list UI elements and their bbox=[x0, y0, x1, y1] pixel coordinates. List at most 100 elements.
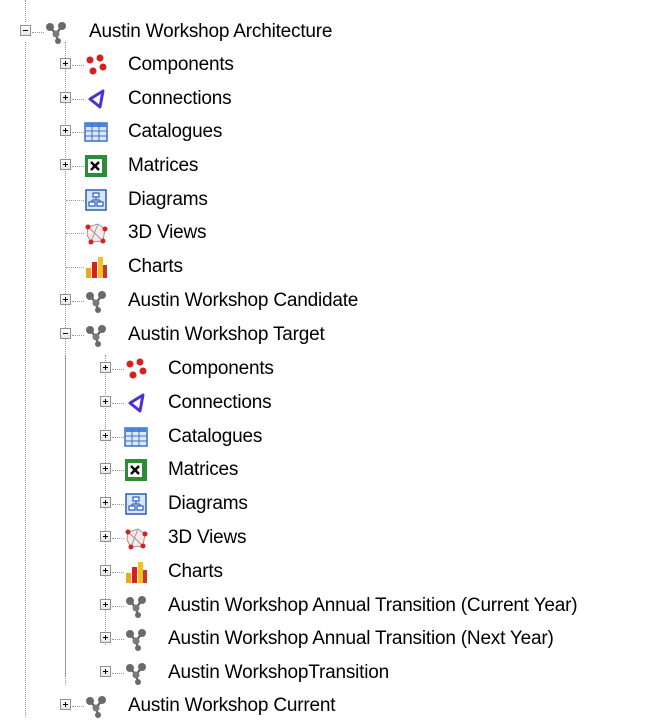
tree-line bbox=[72, 335, 84, 337]
tree-line bbox=[72, 706, 84, 708]
tree-node-target-diagrams[interactable]: Diagrams bbox=[0, 487, 664, 521]
connections-icon bbox=[128, 393, 145, 413]
tree-node-label: Catalogues bbox=[128, 121, 223, 142]
expand-toggle[interactable] bbox=[60, 125, 71, 136]
expand-toggle[interactable] bbox=[60, 58, 71, 69]
architecture-icon bbox=[86, 325, 106, 347]
diagrams-icon bbox=[125, 493, 147, 515]
tree-line bbox=[72, 166, 84, 168]
tree-node-label: Matrices bbox=[168, 459, 239, 480]
tree-node-label: 3D Views bbox=[168, 527, 247, 548]
matrices-icon bbox=[125, 459, 147, 481]
tree-line bbox=[112, 606, 124, 608]
tree-line bbox=[72, 132, 84, 134]
tree-node-label: Components bbox=[168, 358, 274, 379]
tree-node-target[interactable]: Austin Workshop Target bbox=[0, 318, 664, 352]
tree-node-matrices[interactable]: Matrices bbox=[0, 149, 664, 183]
tree-node-target-matrices[interactable]: Matrices bbox=[0, 453, 664, 487]
tree-node-components[interactable]: Components bbox=[0, 48, 664, 82]
architecture-icon bbox=[46, 22, 66, 44]
tree-line bbox=[112, 673, 124, 675]
tree-line bbox=[72, 301, 84, 303]
components-icon bbox=[86, 54, 107, 75]
architecture-icon bbox=[86, 291, 106, 313]
architecture-icon bbox=[126, 629, 146, 651]
charts-icon bbox=[126, 562, 147, 583]
tree-line bbox=[112, 369, 124, 371]
tree-node-label: Catalogues bbox=[168, 426, 263, 447]
tree-node-label: Diagrams bbox=[168, 493, 248, 514]
tree-node-label: Connections bbox=[128, 88, 232, 109]
expand-toggle[interactable] bbox=[100, 463, 111, 474]
tree-node-charts[interactable]: Charts bbox=[0, 250, 664, 284]
tree-node-candidate[interactable]: Austin Workshop Candidate bbox=[0, 284, 664, 318]
tree-node-label: Charts bbox=[168, 561, 223, 582]
tree-node-label: Austin WorkshopTransition bbox=[168, 662, 389, 683]
tree-node-label: Matrices bbox=[128, 155, 199, 176]
expand-toggle[interactable] bbox=[100, 362, 111, 373]
tree-node-label: Connections bbox=[168, 392, 272, 413]
charts-icon bbox=[86, 257, 107, 278]
tree-node-target-components[interactable]: Components bbox=[0, 352, 664, 386]
catalogues-icon bbox=[124, 427, 148, 447]
tree-node-label: Austin Workshop Architecture bbox=[89, 21, 333, 42]
tree-line bbox=[112, 639, 124, 641]
tree-line bbox=[112, 538, 124, 540]
tree-node-annual-transition-current[interactable]: Austin Workshop Annual Transition (Curre… bbox=[0, 589, 664, 623]
tree-node-annual-transition-next[interactable]: Austin Workshop Annual Transition (Next … bbox=[0, 622, 664, 656]
diagrams-icon bbox=[85, 189, 107, 211]
tree-node-target-charts[interactable]: Charts bbox=[0, 555, 664, 589]
matrices-icon bbox=[85, 155, 107, 177]
tree-node-catalogues[interactable]: Catalogues bbox=[0, 115, 664, 149]
connections-icon bbox=[88, 89, 105, 109]
tree-node-label: Components bbox=[128, 54, 234, 75]
tree-node-root[interactable]: Austin Workshop Architecture bbox=[0, 15, 664, 49]
expand-toggle[interactable] bbox=[60, 92, 71, 103]
tree-line bbox=[66, 233, 84, 235]
tree-line bbox=[112, 504, 124, 506]
expand-toggle[interactable] bbox=[100, 531, 111, 542]
tree-node-label: Austin Workshop Annual Transition (Curre… bbox=[168, 595, 578, 616]
tree-node-workshop-transition[interactable]: Austin WorkshopTransition bbox=[0, 656, 664, 690]
tree-line bbox=[112, 437, 124, 439]
tree-node-connections[interactable]: Connections bbox=[0, 82, 664, 116]
tree-line bbox=[112, 403, 124, 405]
tree-node-label: Diagrams bbox=[128, 189, 208, 210]
tree-node-target-connections[interactable]: Connections bbox=[0, 386, 664, 420]
expand-toggle[interactable] bbox=[60, 159, 71, 170]
expand-toggle[interactable] bbox=[100, 565, 111, 576]
tree-node-label: Austin Workshop Target bbox=[128, 324, 325, 345]
architecture-icon bbox=[86, 696, 106, 718]
tree-node-target-3d-views[interactable]: 3D Views bbox=[0, 521, 664, 555]
tree-node-diagrams[interactable]: Diagrams bbox=[0, 183, 664, 217]
expand-toggle[interactable] bbox=[100, 666, 111, 677]
tree-line bbox=[32, 32, 44, 34]
tree-node-current[interactable]: Austin Workshop Current bbox=[0, 689, 664, 723]
tree-line bbox=[66, 267, 84, 269]
tree-line bbox=[66, 200, 84, 202]
tree-line bbox=[112, 572, 124, 574]
architecture-icon bbox=[126, 596, 146, 618]
catalogues-icon bbox=[84, 122, 108, 142]
views-3d-icon bbox=[85, 223, 108, 245]
expand-toggle[interactable] bbox=[100, 632, 111, 643]
collapse-toggle[interactable] bbox=[60, 328, 71, 339]
expand-toggle[interactable] bbox=[100, 396, 111, 407]
views-3d-icon bbox=[125, 528, 148, 550]
tree-line bbox=[112, 470, 124, 472]
expand-toggle[interactable] bbox=[100, 497, 111, 508]
expand-toggle[interactable] bbox=[60, 699, 71, 710]
tree-node-label: Austin Workshop Candidate bbox=[128, 290, 359, 311]
expand-toggle[interactable] bbox=[100, 599, 111, 610]
expand-toggle[interactable] bbox=[60, 294, 71, 305]
tree-node-label: Austin Workshop Annual Transition (Next … bbox=[168, 628, 554, 649]
tree-line bbox=[72, 99, 84, 101]
components-icon bbox=[126, 358, 147, 379]
collapse-toggle[interactable] bbox=[20, 25, 31, 36]
tree-line bbox=[72, 65, 84, 67]
expand-toggle[interactable] bbox=[100, 430, 111, 441]
tree-node-target-catalogues[interactable]: Catalogues bbox=[0, 420, 664, 454]
tree-node-label: Austin Workshop Current bbox=[128, 695, 336, 716]
tree-node-label: 3D Views bbox=[128, 222, 207, 243]
tree-node-3d-views[interactable]: 3D Views bbox=[0, 216, 664, 250]
